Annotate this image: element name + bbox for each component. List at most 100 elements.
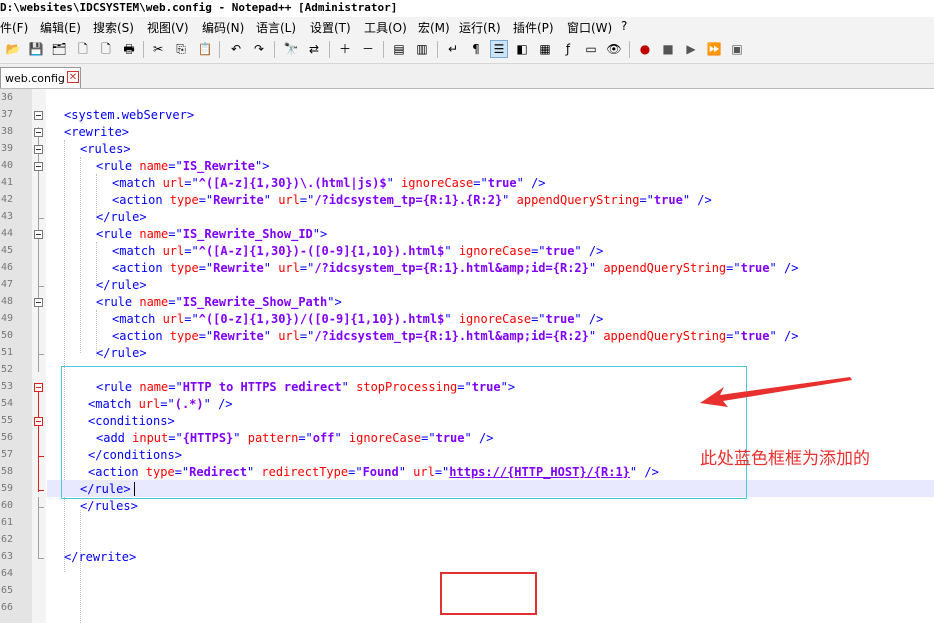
xml-tag: =" (473, 176, 488, 190)
code-line: </rule> (96, 345, 147, 362)
toolbar-separator (219, 41, 220, 58)
save-macro-icon[interactable]: ▣ (728, 40, 746, 58)
run-macro-multiple-icon[interactable]: ⏩ (705, 40, 723, 58)
xml-tag: </rewrite> (64, 550, 137, 564)
xml-value: true (545, 312, 575, 326)
xml-attribute: url (162, 312, 185, 326)
xml-attribute: appendQueryString (603, 329, 727, 343)
replace-icon[interactable]: ⇄ (305, 40, 323, 58)
menu-run[interactable]: 运行(R) (459, 19, 501, 36)
save-all-icon[interactable]: 🗂 (50, 40, 68, 58)
doc-map-icon[interactable]: ▦ (536, 40, 554, 58)
xml-tag: " /> (574, 312, 604, 326)
code-line: </rule> (96, 277, 147, 294)
open-file-icon[interactable]: 📂 (4, 40, 22, 58)
paste-icon[interactable]: 📋 (196, 40, 214, 58)
xml-tag: </rule> (96, 346, 147, 360)
indent-guide (80, 510, 81, 623)
line-number: 44 (0, 228, 13, 239)
save-icon[interactable]: 💾 (27, 40, 45, 58)
menu-language[interactable]: 语言(L) (256, 19, 296, 36)
xml-tag: =" (299, 261, 315, 275)
show-all-chars-icon[interactable]: ¶ (467, 40, 485, 58)
function-list-icon[interactable]: ƒ (559, 40, 577, 58)
fold-toggle-icon[interactable] (34, 298, 43, 307)
line-number: 46 (0, 262, 13, 273)
xml-tag: " (588, 261, 604, 275)
undo-icon[interactable]: ↶ (227, 40, 245, 58)
sync-vertical-icon[interactable]: ▤ (390, 40, 408, 58)
xml-value: IS_Rewrite_Show_ID (182, 227, 313, 241)
menu-view[interactable]: 视图(V) (147, 19, 189, 36)
xml-tag: =" (168, 227, 183, 241)
xml-attribute: appendQueryString (603, 261, 727, 275)
user-language-icon[interactable]: ◧ (513, 40, 531, 58)
fold-toggle-icon[interactable] (34, 417, 43, 426)
xml-tag: =" (184, 176, 199, 190)
xml-tag: <system.webServer> (64, 108, 195, 122)
menu-settings[interactable]: 设置(T) (310, 19, 351, 36)
sync-horizontal-icon[interactable]: ▥ (413, 40, 431, 58)
close-all-icon[interactable]: 🗋 (97, 40, 115, 58)
menu-encoding[interactable]: 编码(N) (202, 19, 244, 36)
fold-toggle-icon[interactable] (34, 128, 43, 137)
zoom-out-icon[interactable]: － (359, 40, 377, 58)
xml-attribute: type (169, 329, 199, 343)
line-number: 65 (0, 585, 13, 596)
fold-toggle-icon[interactable] (34, 230, 43, 239)
xml-tag: <rule (96, 295, 140, 309)
fold-line-highlighted (38, 392, 39, 492)
word-wrap-icon[interactable]: ↵ (444, 40, 462, 58)
xml-value: ^([A-z]{1,30})\.(html|js)$ (198, 176, 387, 190)
xml-tag: <rewrite> (64, 125, 130, 139)
arrow-shape (700, 377, 852, 407)
fold-toggle-icon[interactable] (34, 145, 43, 154)
xml-attribute: type (169, 261, 199, 275)
xml-attribute: ignoreCase (401, 176, 474, 190)
menu-help[interactable]: ? (621, 19, 627, 33)
xml-attribute: ignoreCase (458, 244, 532, 258)
menu-edit[interactable]: 编辑(E) (40, 19, 81, 36)
xml-tag: " /> (769, 329, 799, 343)
print-icon[interactable]: 🖶 (120, 40, 138, 58)
monitoring-icon[interactable]: 👁 (605, 40, 623, 58)
copy-icon[interactable]: ⎘ (172, 40, 190, 58)
xml-tag: <action (112, 261, 170, 275)
menu-macro[interactable]: 宏(M) (418, 19, 450, 36)
fold-toggle-icon[interactable] (34, 111, 43, 120)
tab-web-config[interactable]: web.config ✕ (0, 67, 81, 88)
line-number: 59 (0, 483, 13, 494)
redo-icon[interactable]: ↷ (250, 40, 268, 58)
close-icon[interactable]: ✕ (67, 71, 79, 83)
play-macro-icon[interactable]: ▶ (682, 40, 700, 58)
close-file-icon[interactable]: 🗋 (74, 40, 92, 58)
tab-label: web.config (5, 72, 65, 85)
xml-attribute: url (278, 193, 300, 207)
record-macro-icon[interactable]: ● (636, 40, 654, 58)
cut-icon[interactable]: ✂ (149, 40, 167, 58)
xml-tag: =" (168, 295, 183, 309)
xml-tag: =" (299, 329, 315, 343)
menu-search[interactable]: 搜索(S) (93, 19, 134, 36)
xml-tag: =" (198, 193, 214, 207)
stop-macro-icon[interactable]: ■ (659, 40, 677, 58)
xml-value: /?idcsystem_tp={R:1}.html&amp;id={R:2} (314, 329, 589, 343)
xml-tag: =" (531, 244, 546, 258)
xml-attribute: type (169, 193, 199, 207)
xml-tag: </rule> (96, 278, 147, 292)
fold-end-tick (38, 507, 44, 508)
find-icon[interactable]: 🔭 (282, 40, 300, 58)
folder-workspace-icon[interactable]: ▭ (582, 40, 600, 58)
menu-window[interactable]: 窗口(W) (567, 19, 612, 36)
fold-end-tick (38, 456, 44, 457)
fold-toggle-icon[interactable] (34, 383, 43, 392)
zoom-in-icon[interactable]: ＋ (336, 40, 354, 58)
fold-toggle-icon[interactable] (34, 162, 43, 171)
indent-guide-icon[interactable]: ☰ (490, 40, 508, 58)
line-number: 49 (0, 313, 13, 324)
menu-plugins[interactable]: 插件(P) (513, 19, 554, 36)
menu-tools[interactable]: 工具(O) (364, 19, 407, 36)
menu-file[interactable]: 件(F) (0, 19, 28, 36)
fold-end-tick (38, 490, 44, 491)
xml-tag: =" (184, 312, 199, 326)
